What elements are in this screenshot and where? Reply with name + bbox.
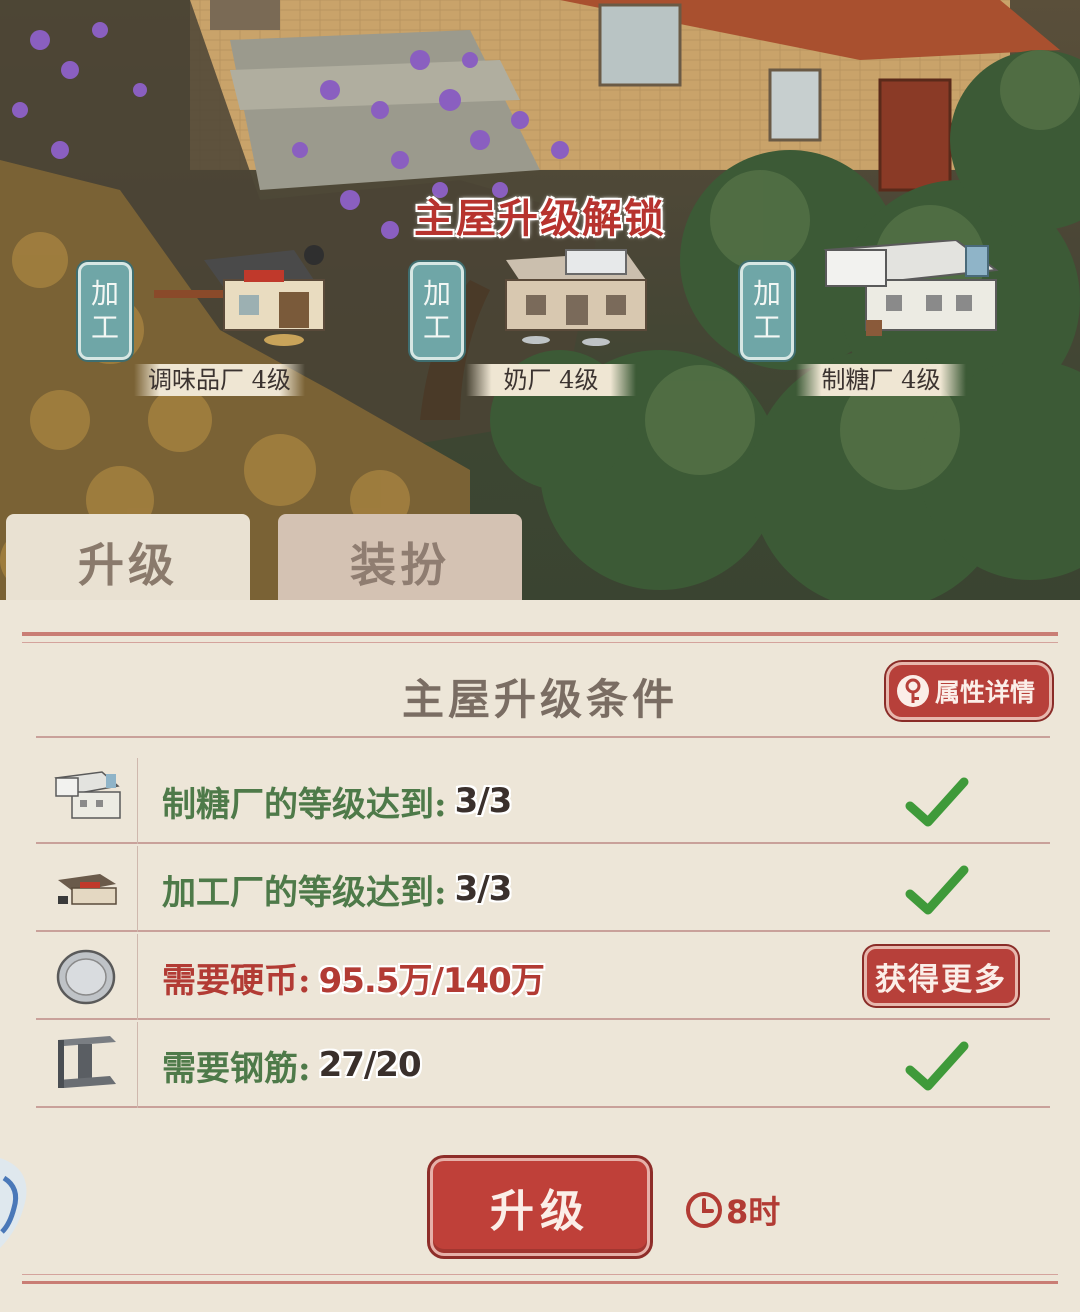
requirement-text: 制糖厂的等级达到: 3/3: [162, 758, 513, 844]
requirement-text: 需要硬币: 95.5万/140万: [162, 934, 545, 1020]
tab-upgrade[interactable]: 升级: [6, 514, 250, 610]
requirement-row-sugar-factory: 制糖厂的等级达到: 3/3: [36, 758, 1050, 844]
tag-char-2: 工: [90, 311, 119, 344]
requirement-row-steel: 需要钢筋: 27/20: [36, 1022, 1050, 1108]
factory-label: 制糖厂 4级: [796, 364, 966, 396]
sugar-factory-icon: [823, 240, 999, 336]
upgrade-panel: 主屋升级条件 属性详情 制糖厂的等级达到: 3/3 加工厂的等级达到: 3/3 …: [0, 600, 1080, 1312]
side-decoration-icon: [0, 1158, 27, 1248]
processing-tag: 加 工: [78, 262, 132, 360]
unlock-title: 主屋升级解锁: [414, 195, 666, 242]
sugar-factory-icon: [54, 771, 121, 819]
requirement-label: 制糖厂的等级达到:: [162, 784, 447, 825]
attribute-details-label: 属性详情: [935, 678, 1036, 707]
requirement-row-coins: 需要硬币: 95.5万/140万 获得更多: [36, 934, 1050, 1020]
requirement-value: 3/3: [454, 869, 513, 909]
tag-char-2: 工: [422, 311, 451, 344]
checkmark-icon: [905, 865, 969, 915]
requirement-value: 3/3: [454, 781, 513, 821]
requirement-icon-cell: [36, 934, 138, 1020]
key-icon: [897, 675, 929, 707]
dairy-factory-icon: [505, 249, 647, 346]
checkmark-icon: [905, 1041, 969, 1091]
requirement-label: 需要硬币:: [162, 960, 311, 1001]
clock-icon: [686, 1192, 722, 1228]
tab-dress[interactable]: 装扮: [278, 514, 522, 610]
tag-char-2: 工: [752, 311, 781, 344]
tag-char-1: 加: [90, 277, 119, 310]
requirement-icon-cell: [36, 758, 138, 844]
requirement-label: 加工厂的等级达到:: [162, 872, 447, 913]
requirement-text: 加工厂的等级达到: 3/3: [162, 846, 513, 932]
tag-char-1: 加: [422, 277, 451, 310]
processing-tag: 加 工: [410, 262, 464, 360]
unlock-factory-dairy[interactable]: 加 工 奶厂 4级: [410, 240, 710, 400]
seasoning-factory-icon: [154, 245, 325, 346]
requirement-icon-cell: [36, 846, 138, 932]
processing-tag: 加 工: [740, 262, 794, 360]
requirement-value: 27/20: [318, 1045, 422, 1085]
unlock-factory-sugar[interactable]: 加 工 制糖厂 4级: [740, 240, 1040, 400]
requirement-label: 需要钢筋:: [162, 1048, 311, 1089]
get-more-button[interactable]: 获得更多: [864, 946, 1018, 1006]
unlock-factory-seasoning[interactable]: 加 工 调味品厂 4级: [78, 240, 378, 400]
timer-text: 8时: [726, 1193, 781, 1231]
attribute-details-button[interactable]: 属性详情: [886, 662, 1052, 720]
steel-beam-icon: [58, 1036, 116, 1088]
checkmark-icon: [905, 777, 969, 827]
factory-label: 奶厂 4级: [466, 364, 636, 396]
upgrade-button[interactable]: 升级: [430, 1158, 650, 1256]
upgrade-timer: 8时: [684, 1190, 781, 1231]
requirement-icon-cell: [36, 1022, 138, 1108]
requirement-text: 需要钢筋: 27/20: [162, 1022, 422, 1108]
coin-icon: [56, 949, 116, 1005]
requirement-row-processing-factory: 加工厂的等级达到: 3/3: [36, 846, 1050, 932]
requirement-value: 95.5万/140万: [318, 960, 545, 1001]
factory-label: 调味品厂 4级: [134, 364, 305, 396]
requirements-list[interactable]: 制糖厂的等级达到: 3/3 加工厂的等级达到: 3/3 需要硬币: 95.5万/…: [36, 736, 1050, 1132]
processing-factory-icon: [58, 874, 117, 905]
tag-char-1: 加: [752, 277, 781, 310]
